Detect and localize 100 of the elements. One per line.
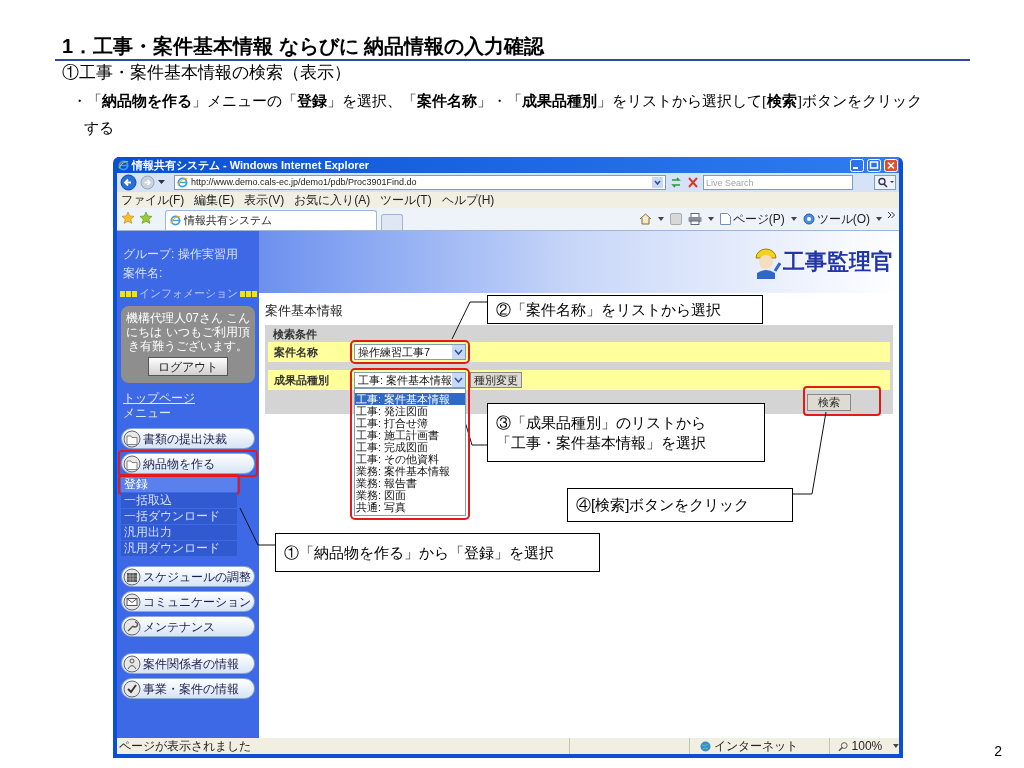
toolbar-menu[interactable]: ページ(P)	[732, 212, 785, 226]
history-caret-icon[interactable]	[158, 180, 165, 185]
menu-button[interactable]: 案件関係者の情報	[121, 653, 255, 674]
menu-button[interactable]: 事業・案件の情報	[121, 678, 255, 699]
logo-text: 工事監理官	[783, 249, 893, 275]
field-label: 案件名称	[273, 345, 319, 359]
dropdown-caret-icon[interactable]	[452, 373, 465, 387]
caret-icon[interactable]	[790, 217, 797, 221]
zone-text: インターネット	[714, 739, 798, 753]
top-page-link[interactable]: トップページ	[123, 391, 195, 406]
square-bullets-icon	[120, 290, 137, 297]
maximize-button[interactable]	[867, 158, 881, 172]
select-field[interactable]: 操作練習工事7	[354, 344, 466, 360]
select-value: 工事: 案件基本情報	[358, 373, 453, 387]
menu-button[interactable]: コミュニケーション	[121, 591, 255, 612]
menu-button-label: メンテナンス	[143, 619, 215, 634]
dropdown-option[interactable]: 工事: その他資料	[355, 453, 465, 465]
back-button[interactable]	[120, 174, 137, 191]
home-icon[interactable]	[638, 213, 652, 225]
leader-line	[239, 507, 276, 546]
folder-icon	[123, 429, 141, 448]
zoom-icon[interactable]	[838, 740, 849, 752]
submenu-item[interactable]: 登録	[121, 477, 237, 492]
menu-item[interactable]: ツール(T)	[380, 193, 432, 207]
print-icon[interactable]	[687, 213, 702, 225]
conditions-title: 検索条件	[273, 328, 317, 341]
toolbar-menu[interactable]: ツール(O)	[816, 212, 870, 226]
close-button[interactable]	[884, 158, 898, 172]
dropdown-caret-icon[interactable]	[452, 345, 465, 359]
dropdown-option[interactable]: 工事: 完成図面	[355, 441, 465, 453]
menu-item[interactable]: ヘルプ(H)	[441, 193, 495, 207]
field-label: 成果品種別	[273, 373, 330, 387]
logout-button[interactable]: ログアウト	[148, 357, 228, 376]
menu-item[interactable]: ファイル(F)	[121, 193, 185, 207]
browser-tab[interactable]: 情報共有システム	[165, 210, 377, 230]
search-button[interactable]: 検索	[807, 394, 851, 411]
dropdown-option[interactable]: 工事: 案件基本情報	[355, 393, 465, 405]
submenu-item[interactable]: 一括ダウンロード	[121, 509, 237, 524]
square-bullets-icon	[240, 290, 257, 297]
dropdown-caret-icon[interactable]	[652, 177, 663, 188]
menu-item[interactable]: お気に入り(A)	[294, 193, 371, 207]
calendar-icon	[123, 567, 141, 586]
caret-icon[interactable]	[893, 744, 899, 748]
checkmark-icon	[123, 679, 141, 698]
page-icon	[177, 177, 188, 188]
dropdown-option[interactable]: 業務: 案件基本情報	[355, 465, 465, 477]
caret-icon[interactable]	[707, 217, 714, 221]
dropdown-option[interactable]: 業務: 報告書	[355, 477, 465, 489]
dropdown-option[interactable]: 工事: 発注図面	[355, 405, 465, 417]
dropdown-option[interactable]: 共通: 写真	[355, 501, 465, 513]
welcome-text: 機構代理人07さん こんにちは いつもご利用頂き有難うございます。	[125, 311, 251, 353]
zoom-level[interactable]: 100%	[851, 739, 883, 753]
menu-button[interactable]: 納品物を作る	[121, 453, 255, 474]
refresh-button[interactable]	[669, 176, 683, 189]
menu-button-label: コミュニケーション	[143, 594, 251, 609]
select-field[interactable]: 工事: 案件基本情報	[354, 372, 466, 388]
address-field[interactable]: http://www.demo.cals-ec.jp/demo1/pdb/Proc3901Find.do	[174, 175, 666, 190]
change-type-button[interactable]: 種別変更	[470, 372, 522, 388]
envelope-icon	[123, 592, 141, 611]
globe-icon	[700, 740, 711, 752]
select-value: 操作練習工事7	[358, 345, 431, 359]
group-label: グループ: 操作実習用	[122, 247, 238, 261]
page-heading: 案件基本情報	[265, 303, 343, 319]
menu-item[interactable]: 編集(E)	[194, 193, 235, 207]
submenu-item[interactable]: 汎用ダウンロード	[121, 541, 237, 556]
project-label: 案件名:	[122, 266, 163, 280]
stop-button[interactable]	[686, 176, 700, 189]
search-field[interactable]: Live Search	[703, 175, 853, 190]
wrench-icon	[123, 617, 141, 636]
dropdown-option[interactable]: 工事: 打合せ簿	[355, 417, 465, 429]
instruction-text: ・「納品物を作る」メニューの「登録」を選択、「案件名称」・「成果品種別」をリストから選択して[検索]ボタンをクリックする	[72, 91, 922, 138]
callout-text: ②「案件名称」をリストから選択	[496, 299, 721, 320]
menu-button-label: 事業・案件の情報	[143, 681, 239, 696]
menu-title: メニュー	[123, 406, 171, 421]
minimize-button[interactable]	[850, 158, 864, 172]
submenu-item[interactable]: 汎用出力	[121, 525, 237, 540]
submenu-item[interactable]: 一括取込	[121, 493, 237, 508]
window-title: 情報共有システム - Windows Internet Explorer	[132, 158, 371, 172]
menu-button-label: 納品物を作る	[143, 456, 215, 471]
menu-item[interactable]: 表示(V)	[244, 193, 285, 207]
info-title: インフォメーション	[139, 287, 238, 300]
menu-button[interactable]: 書類の提出決裁	[121, 428, 255, 449]
caret-icon[interactable]	[657, 217, 664, 221]
search-button[interactable]	[874, 175, 896, 190]
caret-icon[interactable]	[876, 217, 882, 221]
callout-text: ①「納品物を作る」から「登録」を選択	[284, 542, 554, 563]
callout-text: 「工事・案件基本情報」を選択	[496, 432, 706, 453]
dropdown-option[interactable]: 工事: 施工計画書	[355, 429, 465, 441]
section-title: ①工事・案件基本情報の検索（表示）	[62, 62, 351, 84]
menu-button[interactable]: メンテナンス	[121, 616, 255, 637]
leader-line	[451, 301, 488, 340]
page-icon	[170, 215, 181, 226]
dropdown-option[interactable]: 業務: 図面	[355, 489, 465, 501]
address-text: http://www.demo.cals-ec.jp/demo1/pdb/Proc3901Find.do	[191, 177, 417, 188]
page-icon	[719, 213, 731, 225]
callout-text: ③「成果品種別」のリストから	[496, 412, 706, 433]
chevron-icon[interactable]	[888, 212, 895, 218]
menu-button[interactable]: スケジュールの調整	[121, 566, 255, 587]
tab-title: 情報共有システム	[184, 214, 272, 227]
favorites-star-icon[interactable]	[121, 211, 135, 225]
